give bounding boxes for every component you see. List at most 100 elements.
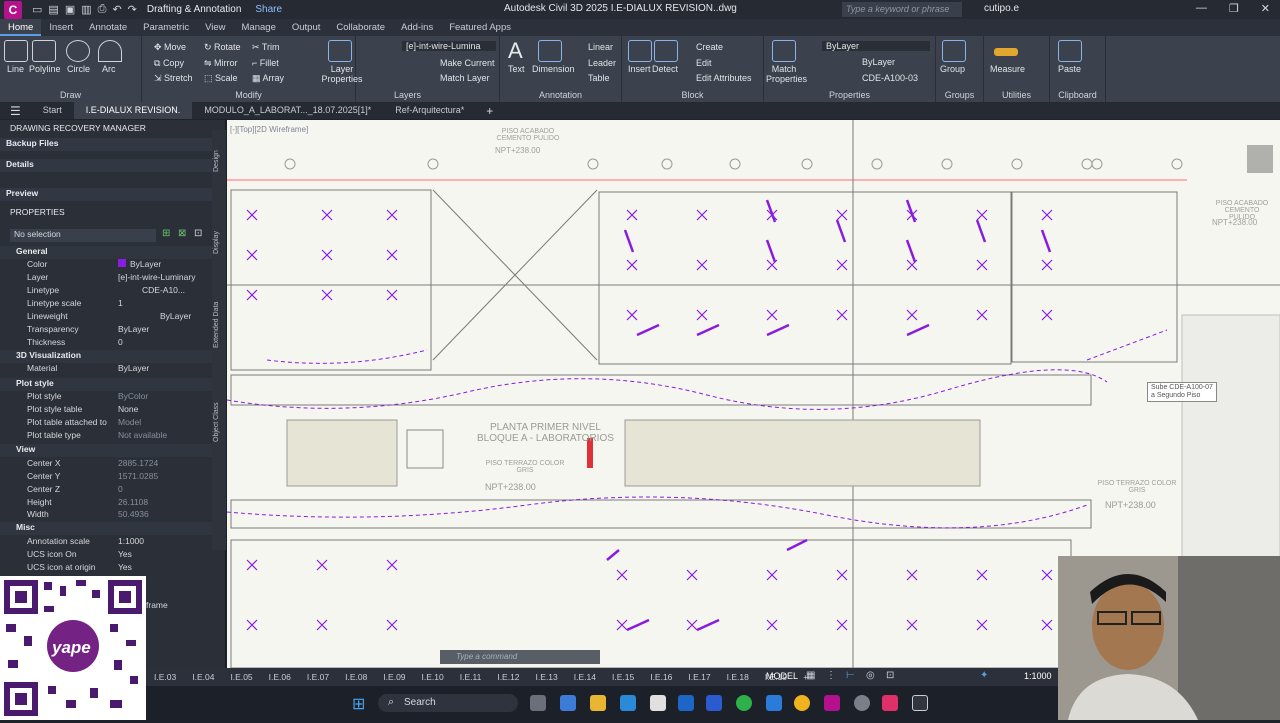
prop-row-layer[interactable]: Layer [e]-int-wire-Luminary xyxy=(0,272,212,285)
view-section[interactable]: View xyxy=(0,444,212,457)
3d-visualization-section[interactable]: 3D Visualization xyxy=(0,350,212,363)
move-button[interactable]: ✥ Move xyxy=(154,42,186,53)
copilot-icon[interactable] xyxy=(560,695,576,711)
line-icon[interactable] xyxy=(4,40,28,62)
pickadd-icon[interactable]: ⊡ xyxy=(194,228,202,239)
doc-tab-start[interactable]: Start xyxy=(31,102,74,119)
app-logo[interactable]: C xyxy=(4,0,22,19)
annotation-visibility-icon[interactable]: ✦ xyxy=(980,670,988,681)
osnap-icon[interactable]: ⊡ xyxy=(886,670,894,681)
windows-start-icon[interactable]: ⊞ xyxy=(352,694,365,714)
prop-row-center-x[interactable]: Center X 2885.1724 xyxy=(0,458,212,471)
properties-panel-label[interactable]: Properties xyxy=(764,90,935,100)
layout-tab[interactable]: I.E.09 xyxy=(375,672,413,682)
layout-tab[interactable]: I.E.04 xyxy=(184,672,222,682)
misc-section[interactable]: Misc xyxy=(0,522,212,535)
text-icon[interactable]: A xyxy=(508,38,523,64)
paste-icon[interactable] xyxy=(1058,40,1082,62)
vtab-display[interactable]: Display xyxy=(213,231,220,254)
linear-button[interactable]: Linear xyxy=(588,42,613,52)
linetype-dropdown[interactable]: CDE-A100-03 xyxy=(862,73,918,83)
polyline-icon[interactable] xyxy=(32,40,56,62)
tab-featured-apps[interactable]: Featured Apps xyxy=(441,19,519,36)
tab-parametric[interactable]: Parametric xyxy=(135,19,197,36)
workspace-switcher[interactable]: Drafting & Annotation xyxy=(147,4,242,15)
prop-row-material[interactable]: Material ByLayer xyxy=(0,363,212,376)
fillet-button[interactable]: ⌐ Fillet xyxy=(252,58,279,68)
close-icon[interactable]: ✕ xyxy=(1261,2,1270,15)
layout-tab[interactable]: I.E.11 xyxy=(452,672,490,682)
prop-row-color[interactable]: Color ByLayer xyxy=(0,259,212,272)
saveas-icon[interactable]: ▥ xyxy=(81,3,91,16)
plot-style-section[interactable]: Plot style xyxy=(0,378,212,391)
stretch-button[interactable]: ⇲ Stretch xyxy=(154,73,193,84)
clipboard-panel-label[interactable]: Clipboard xyxy=(1050,90,1105,100)
taskbar-search[interactable]: Search xyxy=(378,694,518,712)
prop-row-lineweight[interactable]: Lineweight ByLayer xyxy=(0,311,212,324)
civil3d-icon[interactable] xyxy=(824,695,840,711)
annotation-panel-label[interactable]: Annotation xyxy=(500,90,621,100)
copy-button[interactable]: ⧉ Copy xyxy=(154,58,184,69)
edit-block-button[interactable]: Edit xyxy=(696,58,712,68)
measure-button[interactable]: Measure xyxy=(990,64,1025,74)
tab-output[interactable]: Output xyxy=(284,19,329,36)
layout-tab[interactable]: I.E.16 xyxy=(642,672,680,682)
tab-insert[interactable]: Insert xyxy=(41,19,81,36)
chrome-icon[interactable] xyxy=(794,695,810,711)
trim-button[interactable]: ✂ Trim xyxy=(252,42,280,53)
prop-row-plotstyle[interactable]: Plot style ByColor xyxy=(0,391,212,404)
create-block-button[interactable]: Create xyxy=(696,42,723,52)
edit-attributes-button[interactable]: Edit Attributes xyxy=(696,73,752,83)
match-layer-button[interactable]: Match Layer xyxy=(440,73,490,83)
prop-row-plotattached[interactable]: Plot table attached to Model xyxy=(0,417,212,430)
prop-row-ucs-on[interactable]: UCS icon On Yes xyxy=(0,549,212,562)
undo-icon[interactable]: ↶ xyxy=(112,3,121,16)
tab-home[interactable]: Home xyxy=(0,19,42,36)
details-section[interactable]: Details xyxy=(0,159,212,172)
leader-button[interactable]: Leader xyxy=(588,58,616,68)
layout-tab[interactable]: I.E.03 xyxy=(146,672,184,682)
dialux-icon[interactable] xyxy=(912,695,928,711)
outlook-icon[interactable] xyxy=(678,695,694,711)
group-button[interactable]: Group xyxy=(940,64,965,74)
tab-view[interactable]: View xyxy=(197,19,233,36)
dimension-button[interactable]: Dimension xyxy=(532,64,575,74)
prop-row-ltscale[interactable]: Linetype scale 1 xyxy=(0,298,212,311)
polar-icon[interactable]: ◎ xyxy=(866,670,875,681)
plot-icon[interactable]: ⎙ xyxy=(98,3,107,16)
make-current-button[interactable]: Make Current xyxy=(440,58,495,68)
tab-annotate[interactable]: Annotate xyxy=(81,19,135,36)
tiktok-icon[interactable] xyxy=(882,695,898,711)
new-icon[interactable]: ▭ xyxy=(32,3,42,16)
annotation-scale[interactable]: 1:1000 xyxy=(1024,671,1052,681)
group-icon[interactable] xyxy=(942,40,966,62)
dimension-icon[interactable] xyxy=(538,40,562,62)
rotate-button[interactable]: ↻ Rotate xyxy=(204,42,241,53)
file-explorer-icon[interactable] xyxy=(590,695,606,711)
prop-row-annoscale[interactable]: Annotation scale 1:1000 xyxy=(0,536,212,549)
share-button[interactable]: Share xyxy=(255,4,282,15)
grid-icon[interactable]: ▦ xyxy=(806,670,815,681)
block-panel-label[interactable]: Block xyxy=(622,90,763,100)
arc-icon[interactable] xyxy=(98,40,122,62)
restore-icon[interactable]: ❐ xyxy=(1229,2,1239,15)
array-button[interactable]: ▦ Array xyxy=(252,73,284,84)
circle-button[interactable]: Circle xyxy=(67,64,90,74)
draw-panel-label[interactable]: Draw xyxy=(0,90,141,100)
selection-dropdown[interactable]: No selection xyxy=(10,229,156,242)
layout-tab[interactable]: I.E.18 xyxy=(719,672,757,682)
search-input[interactable]: Type a keyword or phrase xyxy=(842,2,962,17)
prop-row-center-y[interactable]: Center Y 1571.0285 xyxy=(0,471,212,484)
prop-row-plottable[interactable]: Plot style table None xyxy=(0,404,212,417)
user-account[interactable]: cutipo.e xyxy=(984,3,1019,14)
preview-section[interactable]: Preview xyxy=(0,188,212,201)
layout-tab[interactable]: I.E.12 xyxy=(489,672,527,682)
minimize-icon[interactable]: — xyxy=(1196,2,1207,15)
vscode-icon[interactable] xyxy=(766,695,782,711)
layout-tab[interactable]: I.E.17 xyxy=(680,672,718,682)
layout-tab[interactable]: I.E.07 xyxy=(299,672,337,682)
match-properties-button[interactable]: Match Properties xyxy=(766,64,807,84)
ortho-icon[interactable]: ⊢ xyxy=(846,670,855,681)
redo-icon[interactable]: ↷ xyxy=(128,3,137,16)
doc-tab-dialux[interactable]: I.E-DIALUX REVISION. xyxy=(73,102,193,119)
